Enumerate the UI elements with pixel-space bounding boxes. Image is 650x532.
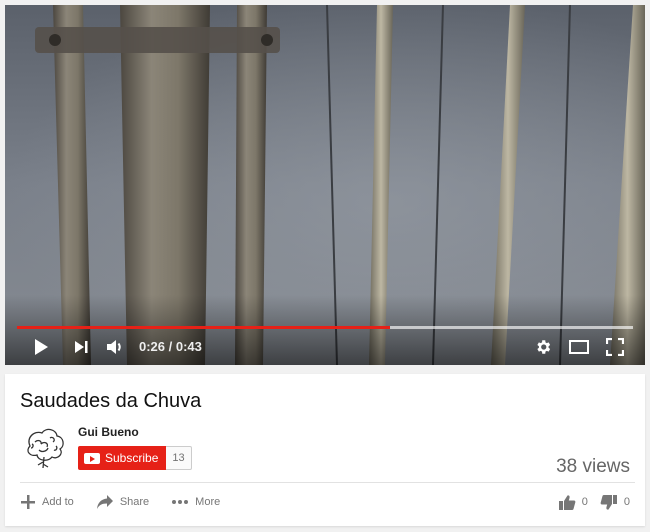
view-count: 38 views	[556, 456, 630, 477]
subscribe-label: Subscribe	[105, 451, 159, 465]
next-icon	[75, 341, 88, 353]
subscribe-group: Subscribe 13	[78, 446, 192, 470]
fullscreen-icon	[606, 338, 624, 356]
video-info-card: Saudades da Chuva Gui Bueno Subscribe 13…	[5, 374, 645, 526]
video-player[interactable]: 0:26 / 0:43	[5, 5, 645, 365]
next-button[interactable]	[69, 335, 93, 359]
settings-button[interactable]	[531, 335, 555, 359]
channel-avatar[interactable]	[20, 424, 68, 472]
channel-name[interactable]: Gui Bueno	[78, 425, 139, 439]
plus-icon	[21, 495, 35, 509]
thumbs-down-icon	[600, 494, 617, 510]
time-display: 0:26 / 0:43	[139, 339, 202, 354]
like-count: 0	[581, 496, 588, 508]
action-bar: Add to Share More	[20, 490, 242, 514]
theater-mode-button[interactable]	[566, 335, 592, 359]
more-button[interactable]: More	[171, 496, 220, 508]
dislike-button[interactable]: 0	[600, 494, 630, 511]
more-label: More	[195, 496, 221, 508]
volume-button[interactable]	[103, 335, 127, 359]
divider	[20, 482, 635, 483]
share-label: Share	[119, 496, 150, 508]
progress-bar[interactable]	[17, 326, 633, 329]
rating-bar: 0 0	[546, 490, 630, 514]
like-button[interactable]: 0	[558, 494, 588, 511]
avatar-drawing-icon	[27, 428, 64, 469]
video-title: Saudades da Chuva	[20, 390, 202, 412]
add-to-label: Add to	[42, 496, 74, 508]
dislike-count: 0	[623, 496, 630, 508]
gear-icon	[537, 340, 551, 354]
youtube-logo-icon	[84, 452, 100, 464]
theater-mode-icon	[569, 340, 589, 354]
thumbs-up-icon	[558, 494, 576, 510]
share-arrow-icon	[96, 495, 113, 509]
add-to-button[interactable]: Add to	[20, 494, 74, 510]
progress-played	[17, 326, 390, 329]
share-button[interactable]: Share	[96, 494, 149, 510]
volume-icon	[107, 340, 121, 354]
subscribe-button[interactable]: Subscribe	[78, 446, 167, 470]
play-button[interactable]	[29, 335, 53, 359]
fullscreen-button[interactable]	[603, 335, 627, 359]
more-dots-icon	[172, 500, 189, 504]
play-icon	[35, 339, 48, 355]
subscriber-count: 13	[166, 446, 192, 470]
